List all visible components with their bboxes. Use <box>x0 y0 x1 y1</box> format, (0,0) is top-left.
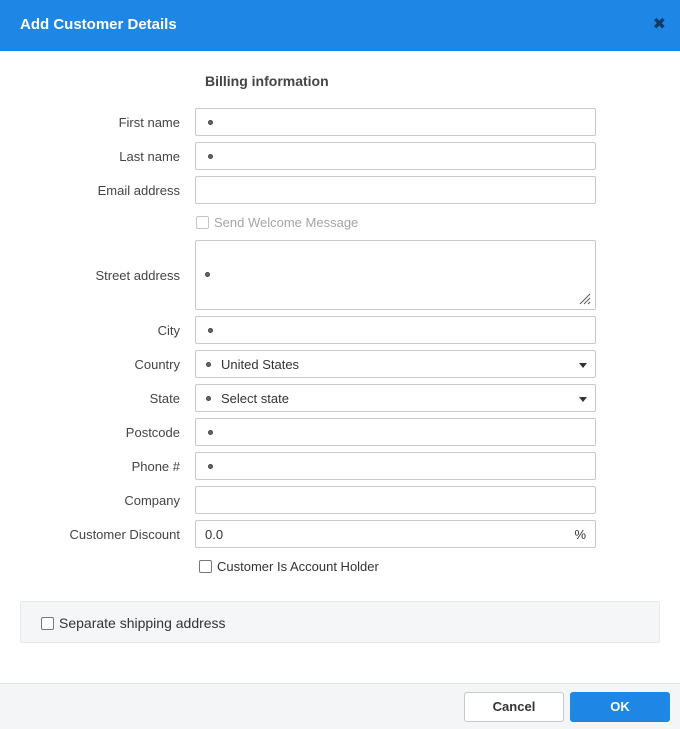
billing-section-title: Billing information <box>205 73 329 89</box>
first-name-input[interactable] <box>195 108 596 136</box>
phone-input[interactable] <box>195 452 596 480</box>
account-holder-label: Customer Is Account Holder <box>217 559 379 574</box>
chevron-down-icon <box>579 363 587 368</box>
country-label: Country <box>134 357 180 372</box>
dialog-title: Add Customer Details <box>20 16 177 33</box>
email-label: Email address <box>97 183 180 198</box>
state-selected-value: Select state <box>221 391 289 406</box>
close-icon[interactable]: ✖ <box>653 15 666 35</box>
street-address-textarea[interactable] <box>195 240 596 310</box>
required-dot-icon <box>208 430 213 435</box>
account-holder-checkbox-row[interactable]: Customer Is Account Holder <box>199 559 379 574</box>
separate-shipping-label: Separate shipping address <box>59 615 226 631</box>
company-input[interactable] <box>195 486 596 514</box>
add-customer-dialog: Add Customer Details ✖ Billing informati… <box>0 0 680 729</box>
required-dot-icon <box>206 396 211 401</box>
phone-label: Phone # <box>131 459 180 474</box>
email-input[interactable] <box>195 176 596 204</box>
company-label: Company <box>124 493 180 508</box>
street-address-label: Street address <box>95 268 180 283</box>
separate-shipping-checkbox-row[interactable]: Separate shipping address <box>41 615 226 631</box>
required-dot-icon <box>208 154 213 159</box>
postcode-label: Postcode <box>125 425 180 440</box>
customer-discount-value: 0.0 <box>205 527 224 542</box>
required-dot-icon <box>208 464 213 469</box>
state-label: State <box>149 391 180 406</box>
required-dot-icon <box>206 362 211 367</box>
chevron-down-icon <box>579 397 587 402</box>
dialog-footer: Cancel OK <box>0 683 680 729</box>
send-welcome-checkbox[interactable] <box>196 216 209 229</box>
required-dot-icon <box>205 272 210 277</box>
first-name-label: First name <box>118 115 180 130</box>
postcode-input[interactable] <box>195 418 596 446</box>
last-name-label: Last name <box>119 149 180 164</box>
cancel-button[interactable]: Cancel <box>464 692 564 722</box>
city-input[interactable] <box>195 316 596 344</box>
percent-suffix: % <box>574 527 586 542</box>
account-holder-checkbox[interactable] <box>199 560 212 573</box>
customer-discount-input[interactable]: 0.0 % <box>195 520 596 548</box>
state-select[interactable]: Select state <box>195 384 596 412</box>
separate-shipping-checkbox[interactable] <box>41 617 54 630</box>
country-selected-value: United States <box>221 357 300 372</box>
dialog-header: Add Customer Details ✖ <box>0 0 680 51</box>
last-name-input[interactable] <box>195 142 596 170</box>
resize-grip-icon[interactable] <box>579 293 591 305</box>
shipping-section: Separate shipping address <box>20 601 660 643</box>
city-label: City <box>157 323 180 338</box>
ok-button[interactable]: OK <box>570 692 670 722</box>
country-select[interactable]: United States <box>195 350 596 378</box>
required-dot-icon <box>208 328 213 333</box>
send-welcome-checkbox-row[interactable]: Send Welcome Message <box>196 215 358 230</box>
required-dot-icon <box>208 120 213 125</box>
send-welcome-label: Send Welcome Message <box>214 215 359 230</box>
customer-discount-label: Customer Discount <box>69 527 180 542</box>
